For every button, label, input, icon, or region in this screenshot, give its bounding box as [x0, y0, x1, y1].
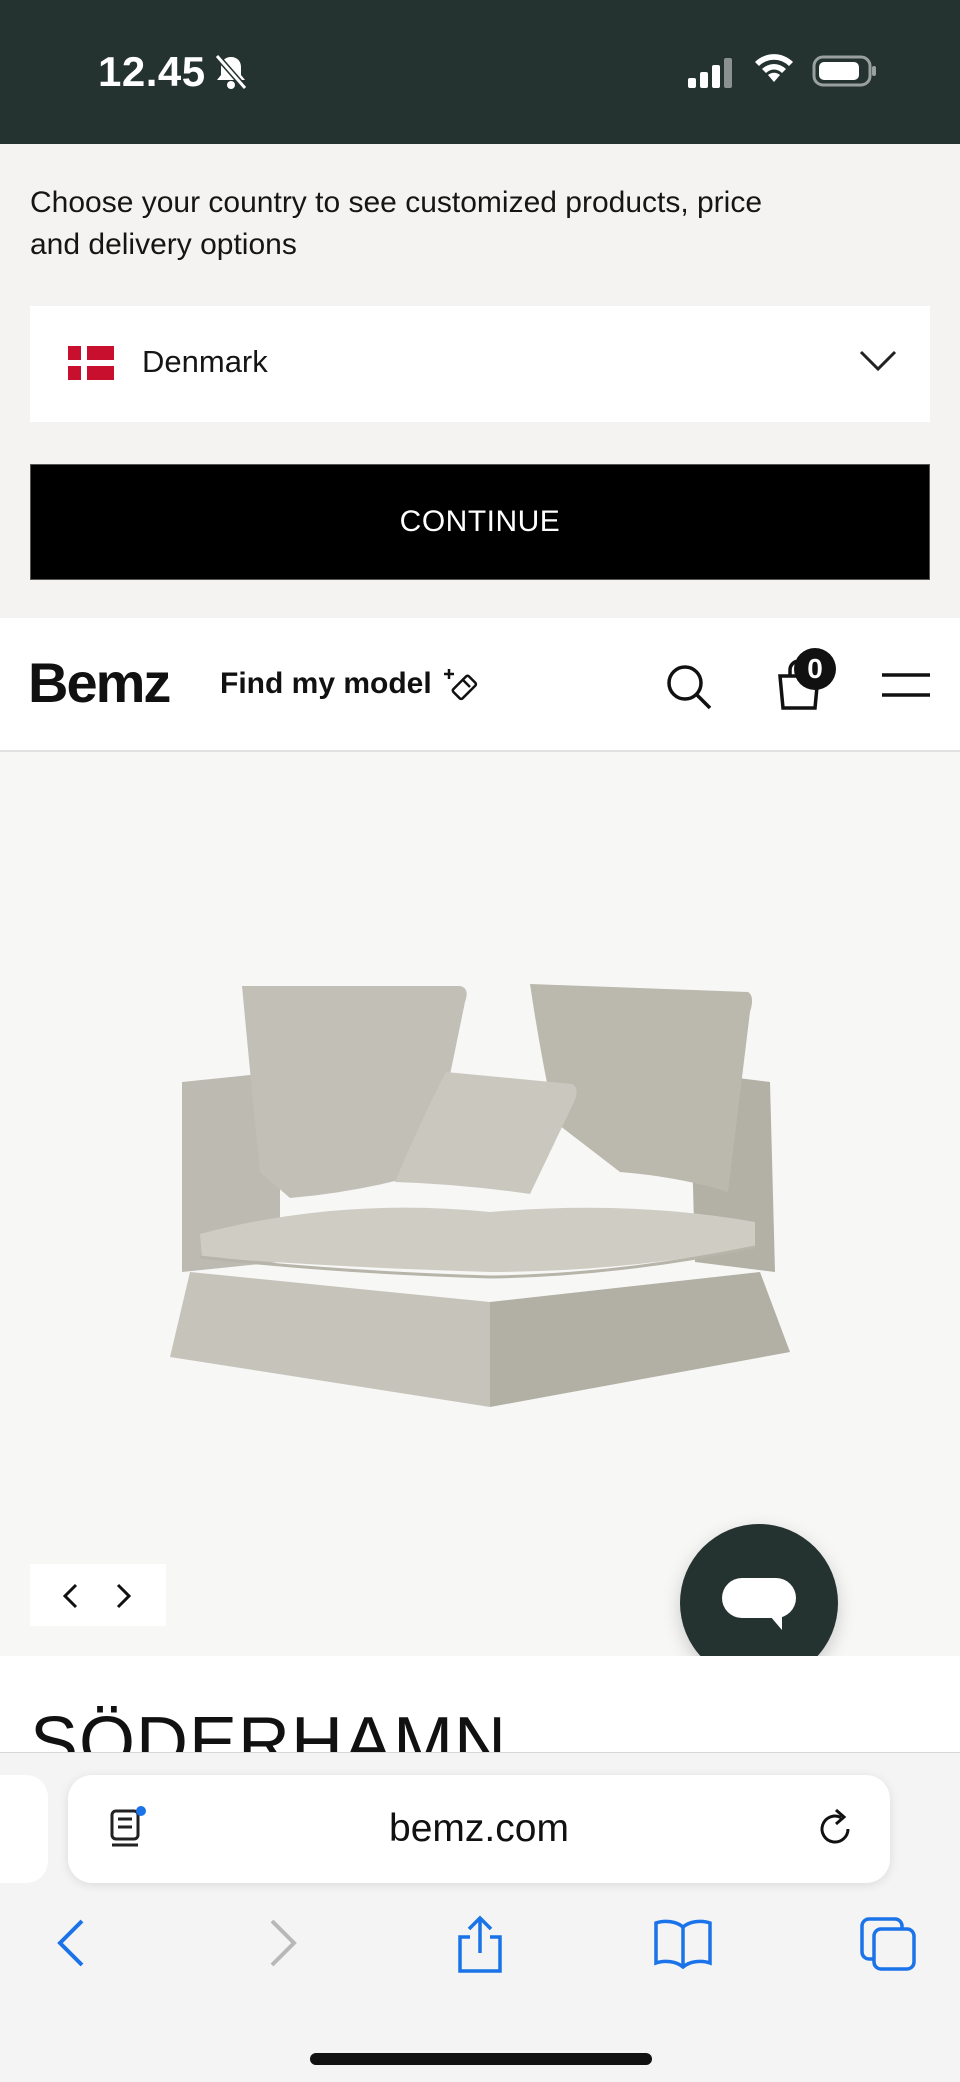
home-indicator — [310, 2053, 652, 2065]
forward-icon[interactable] — [262, 1915, 302, 1976]
previous-tab-preview[interactable] — [0, 1775, 48, 1883]
tabs-icon[interactable] — [858, 1915, 918, 1978]
status-bar: 12.45 — [0, 0, 960, 144]
search-icon[interactable] — [664, 662, 714, 717]
reload-icon[interactable] — [816, 1807, 856, 1856]
bemz-logo[interactable]: Bemz — [28, 650, 171, 715]
battery-icon — [812, 55, 878, 92]
bell-slash-icon — [212, 52, 250, 97]
back-icon[interactable] — [52, 1915, 92, 1976]
url-bar[interactable]: bemz.com — [68, 1775, 890, 1883]
url-text: bemz.com — [389, 1807, 569, 1850]
denmark-flag-icon — [68, 346, 114, 385]
country-select[interactable]: Denmark — [30, 306, 930, 422]
chat-bubble-icon — [720, 1576, 798, 1637]
chevron-down-icon — [858, 348, 898, 379]
product-gallery[interactable] — [0, 752, 960, 1682]
menu-icon[interactable] — [880, 670, 932, 705]
bookmarks-icon[interactable] — [652, 1915, 714, 1976]
country-banner: Choose your country to see customized pr… — [0, 144, 960, 618]
gallery-nav — [30, 1564, 166, 1626]
find-my-model-link[interactable]: Find my model — [220, 667, 432, 701]
product-title-area: SÖDERHAMN — [0, 1656, 960, 1756]
continue-button[interactable]: CONTINUE — [30, 464, 930, 580]
chevron-left-icon[interactable] — [60, 1582, 80, 1615]
share-icon[interactable] — [452, 1915, 508, 1980]
status-time: 12.45 — [98, 48, 206, 95]
country-prompt: Choose your country to see customized pr… — [30, 186, 763, 261]
site-header: Bemz Find my model 0 — [0, 618, 960, 752]
wifi-icon — [752, 52, 796, 91]
sofa-corner-section-image — [160, 972, 800, 1437]
chevron-right-icon[interactable] — [114, 1582, 134, 1615]
cart-count-badge: 0 — [794, 648, 836, 690]
selected-country: Denmark — [142, 344, 268, 379]
magic-wand-icon[interactable] — [442, 664, 482, 709]
browser-chrome: bemz.com — [0, 1752, 960, 2082]
signal-icon — [686, 56, 736, 93]
product-title: SÖDERHAMN — [30, 1703, 508, 1756]
